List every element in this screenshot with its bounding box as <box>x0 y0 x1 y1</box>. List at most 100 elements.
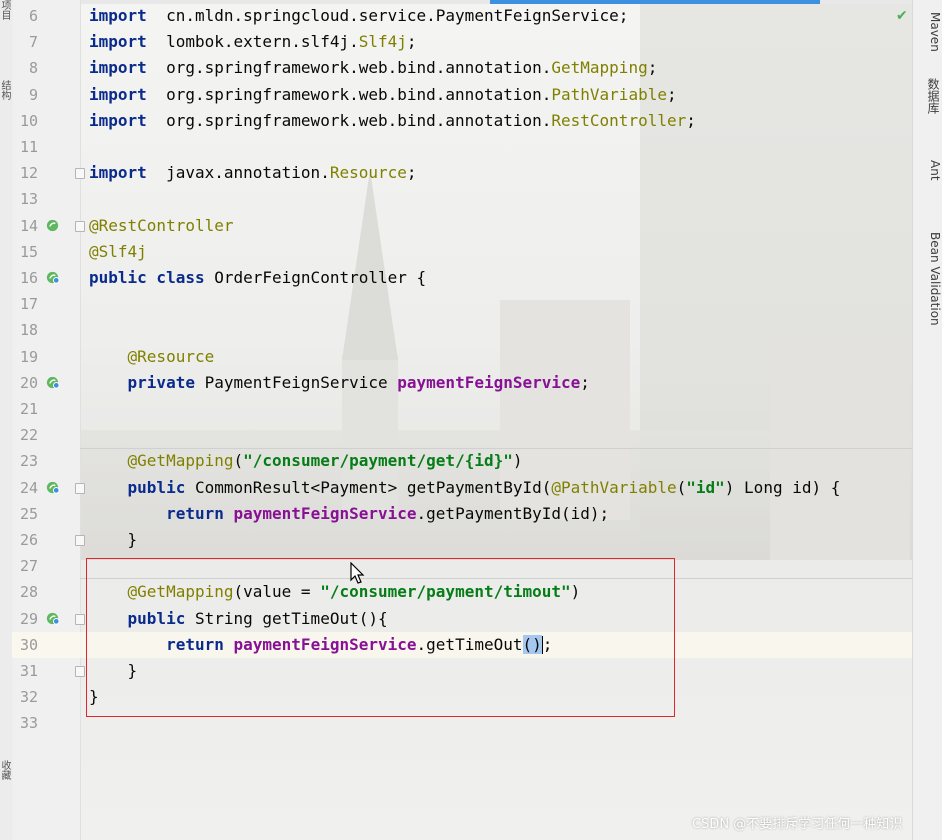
fold-marker-icon[interactable] <box>75 220 85 232</box>
code-token: org.springframework.web.bind.annotation. <box>146 84 552 104</box>
spring-bean-gutter-icon[interactable] <box>45 270 60 285</box>
code-line[interactable]: 9 import org.springframework.web.bind.ann… <box>12 82 912 108</box>
bean-validation-tool-button[interactable]: Bean Validation <box>914 232 942 326</box>
code-line[interactable]: 19 @Resource <box>12 344 912 370</box>
code-line[interactable]: 6 import cn.mldn.springcloud.service.Paym… <box>12 3 912 29</box>
code-line[interactable]: 23 @GetMapping("/consumer/payment/get/{i… <box>12 448 912 474</box>
left-tool-structure[interactable]: 结构 <box>0 80 12 100</box>
code-token: GetMapping <box>551 58 648 78</box>
code-text: @Slf4j <box>89 239 147 265</box>
code-line[interactable]: 14 @RestController <box>12 213 912 239</box>
code-token: CommonResult<Payment> getPaymentById( <box>185 477 552 497</box>
code-line[interactable]: 18 <box>12 317 912 343</box>
line-number: 13 <box>19 190 38 209</box>
code-text: private PaymentFeignService paymentFeign… <box>89 370 590 396</box>
code-token: import <box>89 84 147 104</box>
line-number: 24 <box>19 478 38 497</box>
code-token: import <box>89 58 147 78</box>
code-token: return <box>166 503 224 523</box>
code-token: OrderFeignController { <box>204 268 427 287</box>
code-token: cn.mldn.springcloud.service.PaymentFeign… <box>146 6 629 25</box>
code-line[interactable]: 13 <box>12 186 912 212</box>
code-line[interactable]: 21 <box>12 396 912 422</box>
code-token: ; <box>686 110 696 130</box>
code-line[interactable]: 24 public CommonResult<Payment> getPayme… <box>12 475 912 501</box>
line-number: 11 <box>19 138 38 156</box>
code-line[interactable]: 22 <box>12 422 912 448</box>
spring-bean-gutter-icon[interactable] <box>45 480 60 495</box>
spring-bean-gutter-icon[interactable] <box>45 375 60 390</box>
code-token: PaymentFeignService <box>194 372 398 392</box>
line-number: 27 <box>19 557 38 576</box>
code-line[interactable]: 8 import org.springframework.web.bind.ann… <box>12 55 912 81</box>
line-number: 9 <box>28 85 38 104</box>
left-tool-project[interactable]: 项目 <box>0 0 12 20</box>
code-line[interactable]: 16 public class OrderFeignController { <box>12 265 912 291</box>
highlight-box <box>86 558 675 717</box>
line-number: 25 <box>19 504 38 523</box>
left-tool-favorites[interactable]: 收藏 <box>0 760 12 780</box>
code-token: ) Long id) { <box>724 477 841 497</box>
maven-tool-button[interactable]: Maven <box>914 12 942 52</box>
code-line[interactable]: 20 private PaymentFeignService paymentFe… <box>12 370 912 396</box>
line-number: 18 <box>19 321 38 340</box>
line-number: 16 <box>19 269 38 287</box>
code-line[interactable]: 12 import javax.annotation.Resource; <box>12 160 912 186</box>
code-token: ; <box>406 163 417 183</box>
code-text: import cn.mldn.springcloud.service.Payme… <box>89 3 628 29</box>
code-text: return paymentFeignService.getPaymentByI… <box>89 501 609 527</box>
line-number: 29 <box>19 609 38 628</box>
code-line[interactable]: 26 } <box>12 527 912 553</box>
code-line[interactable]: 17 <box>12 291 912 317</box>
code-line[interactable]: 25 return paymentFeignService.getPayment… <box>12 501 912 527</box>
code-token: private <box>127 372 195 392</box>
spring-bean-gutter-icon[interactable] <box>45 218 60 233</box>
code-token: org.springframework.web.bind.annotation. <box>146 110 552 130</box>
line-number: 31 <box>19 662 38 680</box>
code-token: import <box>89 6 147 25</box>
fold-marker-icon[interactable] <box>75 168 85 180</box>
line-number: 15 <box>19 242 38 261</box>
code-token: public <box>127 477 186 497</box>
code-token: Resource <box>329 163 407 183</box>
method-separator <box>80 448 912 449</box>
database-tool-button[interactable]: 数据库 <box>914 78 942 114</box>
line-number: 14 <box>19 216 38 235</box>
code-token: @PathVariable <box>551 477 677 497</box>
code-token: paymentFeignService <box>397 372 581 392</box>
spring-bean-gutter-icon[interactable] <box>45 611 60 626</box>
inspection-ok-icon[interactable]: ✔ <box>896 8 908 24</box>
ant-label: Ant <box>928 160 942 181</box>
ant-tool-button[interactable]: Ant <box>914 160 942 181</box>
line-number: 30 <box>19 635 38 654</box>
code-line[interactable]: 11 <box>12 134 912 160</box>
code-token: RestController <box>551 110 687 130</box>
editor-scrollbar[interactable] <box>900 18 912 840</box>
line-number: 20 <box>19 373 38 392</box>
line-number: 33 <box>19 714 38 733</box>
fold-marker-icon[interactable] <box>75 666 85 677</box>
fold-marker-icon[interactable] <box>75 482 85 494</box>
line-number: 8 <box>28 59 38 78</box>
code-text: import org.springframework.web.bind.anno… <box>89 55 657 81</box>
line-number: 28 <box>19 583 38 602</box>
code-text: import javax.annotation.Resource; <box>89 160 417 186</box>
code-text: public CommonResult<Payment> getPaymentB… <box>89 475 841 501</box>
line-number: 17 <box>19 295 38 314</box>
code-token: import <box>89 110 147 130</box>
fold-marker-icon[interactable] <box>75 535 85 546</box>
line-number: 6 <box>28 7 38 25</box>
fold-marker-icon[interactable] <box>75 613 85 625</box>
code-line[interactable]: 10 import org.springframework.web.bind.an… <box>12 108 912 134</box>
code-token: } <box>89 530 138 549</box>
code-line[interactable]: 7 import lombok.extern.slf4j.Slf4j; <box>12 29 912 55</box>
code-token: @GetMapping <box>127 451 234 471</box>
code-text: @GetMapping("/consumer/payment/get/{id}"… <box>89 448 523 474</box>
code-token: "id" <box>686 477 725 497</box>
code-line[interactable]: 15 @Slf4j <box>12 239 912 265</box>
line-number: 12 <box>19 164 38 183</box>
